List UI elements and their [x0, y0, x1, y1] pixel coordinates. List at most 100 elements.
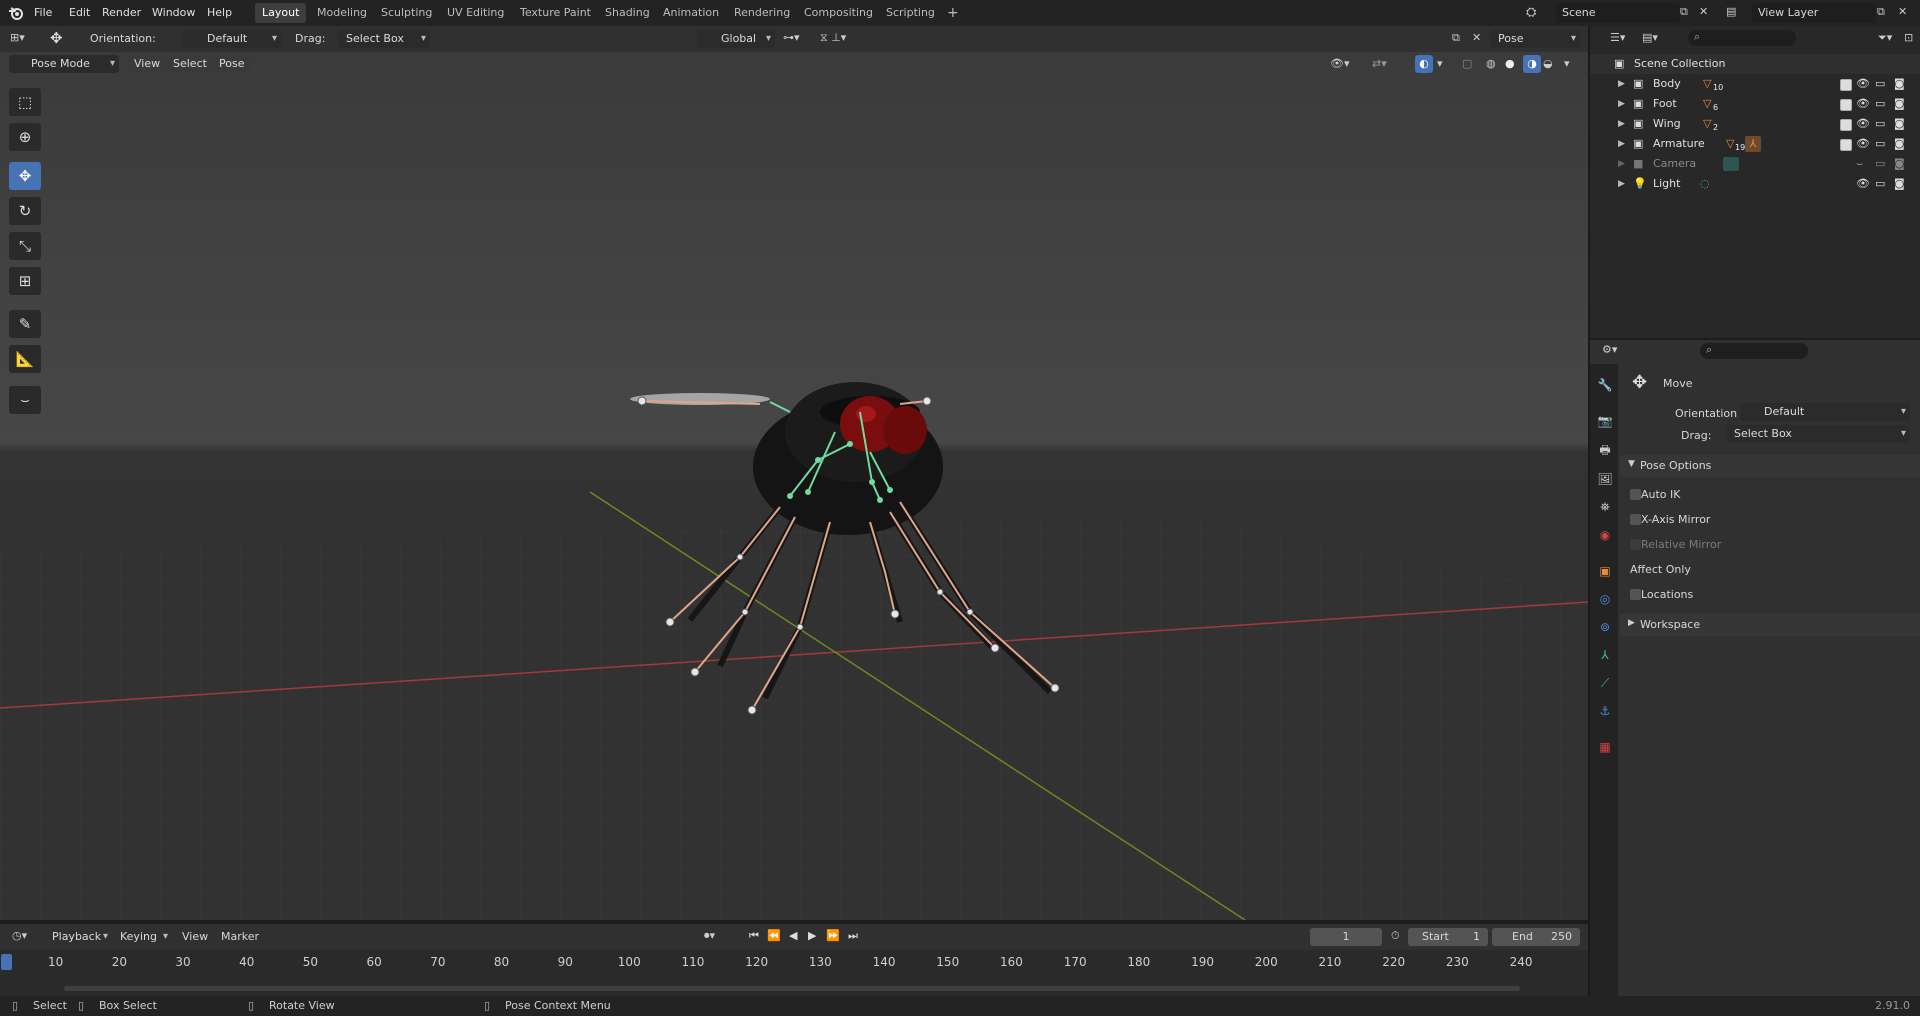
- wireframe-shading-icon[interactable]: ◍: [1486, 57, 1496, 70]
- eye-icon[interactable]: 👁: [1856, 114, 1870, 134]
- relative-mirror-checkbox[interactable]: [1630, 539, 1641, 550]
- close-mirror-icon[interactable]: ✕: [1472, 31, 1481, 44]
- tab-compositing[interactable]: Compositing: [797, 3, 880, 23]
- mode-dropdown[interactable]: Pose Mode: [9, 55, 119, 73]
- exclude-checkbox[interactable]: [1840, 119, 1852, 131]
- menu-edit[interactable]: Edit: [63, 0, 96, 26]
- monitor-icon[interactable]: ▭: [1875, 74, 1885, 94]
- x-axis-mirror-checkbox[interactable]: [1630, 514, 1641, 525]
- eye-icon[interactable]: 👁: [1856, 134, 1870, 154]
- menu-select[interactable]: Select: [166, 55, 214, 73]
- pose-options-dropdown[interactable]: Pose Options: [1490, 30, 1580, 63]
- pose-options-panel-header[interactable]: ▼ Pose Options: [1620, 455, 1920, 477]
- tab-scripting[interactable]: Scripting: [879, 3, 942, 23]
- display-mode-icon[interactable]: ▤▾: [1642, 31, 1658, 44]
- tab-modeling[interactable]: Modeling: [310, 3, 374, 23]
- outliner-item-body[interactable]: ▶ ▣ Body ▽ 10 👁 ▭ ◙: [1590, 74, 1920, 94]
- xray-icon[interactable]: ▢: [1462, 57, 1472, 70]
- menu-help[interactable]: Help: [201, 0, 238, 26]
- outliner-item-foot[interactable]: ▶ ▣ Foot ▽ 6 👁 ▭ ◙: [1590, 94, 1920, 114]
- orientation-dropdown[interactable]: Default: [183, 30, 281, 48]
- jump-end-icon[interactable]: ⏭: [848, 929, 858, 943]
- bone-constraints-tab-icon[interactable]: ⚓: [1596, 702, 1614, 720]
- record-icon[interactable]: ⏺▾: [704, 929, 715, 943]
- blender-logo-icon[interactable]: [8, 5, 24, 21]
- tab-animation[interactable]: Animation: [656, 3, 726, 23]
- jump-start-icon[interactable]: ⏮: [749, 929, 759, 943]
- start-frame-field[interactable]: Start 1: [1408, 928, 1488, 946]
- eye-icon[interactable]: 👁: [1856, 94, 1870, 114]
- next-keyframe-icon[interactable]: ⏩: [826, 929, 840, 942]
- menu-pose[interactable]: Pose: [212, 55, 252, 73]
- rendered-shading-icon[interactable]: ◒: [1543, 57, 1553, 70]
- timeline-view-menu[interactable]: View: [182, 930, 208, 943]
- snap-icon[interactable]: ⧖ ⊥▾: [820, 31, 846, 45]
- outliner-item-wing[interactable]: ▶ ▣ Wing ▽ 2 👁 ▭ ◙: [1590, 114, 1920, 134]
- locations-checkbox[interactable]: [1630, 589, 1641, 600]
- camera-render-icon[interactable]: ◙: [1894, 74, 1905, 94]
- play-icon[interactable]: ▶: [808, 929, 816, 942]
- playback-menu[interactable]: Playback: [44, 928, 112, 946]
- drag-dropdown[interactable]: Select Box: [1726, 425, 1910, 443]
- object-tab-icon[interactable]: ▣: [1596, 562, 1614, 580]
- solid-shading-icon[interactable]: ●: [1505, 57, 1515, 70]
- expand-arrow-icon[interactable]: ▶: [1618, 114, 1625, 134]
- tab-texture-paint[interactable]: Texture Paint: [513, 3, 598, 23]
- shading-dropdown-icon[interactable]: ▾: [1564, 57, 1570, 70]
- render-tab-icon[interactable]: 📷: [1596, 412, 1614, 430]
- close-view-layer-icon[interactable]: ✕: [1898, 5, 1907, 18]
- exclude-checkbox[interactable]: [1840, 139, 1852, 151]
- view-layer-tab-icon[interactable]: 🖼: [1596, 470, 1614, 488]
- camera-render-icon[interactable]: ◙: [1894, 134, 1905, 154]
- outliner-item-light[interactable]: ▶ 💡 Light ◌ 👁 ▭ ◙: [1590, 174, 1920, 194]
- gizmo-icon[interactable]: ⇄▾: [1372, 57, 1387, 70]
- monitor-icon[interactable]: ▭: [1875, 154, 1885, 174]
- world-tab-icon[interactable]: ◉: [1596, 526, 1614, 544]
- timeline-editor-icon[interactable]: ◷▾: [12, 929, 27, 942]
- menu-window[interactable]: Window: [146, 0, 201, 26]
- move-tool[interactable]: ✥: [9, 162, 41, 190]
- measure-tool[interactable]: 📐: [9, 345, 41, 373]
- workspace-panel-header[interactable]: ▶ Workspace: [1620, 614, 1920, 636]
- playhead[interactable]: [1, 954, 12, 970]
- camera-render-icon[interactable]: ◙: [1894, 174, 1905, 194]
- region-divider[interactable]: [1588, 26, 1590, 996]
- camera-render-icon[interactable]: ◙: [1894, 94, 1905, 114]
- mirror-icon[interactable]: ⧉: [1452, 31, 1460, 45]
- clock-icon[interactable]: ⏱: [1391, 929, 1400, 943]
- tab-shading[interactable]: Shading: [598, 3, 657, 23]
- scene-field[interactable]: Scene: [1556, 3, 1680, 23]
- physics-tab-icon[interactable]: ◎: [1596, 590, 1614, 608]
- eye-icon[interactable]: 👁: [1856, 74, 1870, 94]
- keying-menu[interactable]: Keying: [112, 928, 172, 946]
- relax-tool[interactable]: ⌣: [9, 386, 41, 414]
- texture-tab-icon[interactable]: ▦: [1596, 738, 1614, 756]
- add-workspace-button[interactable]: +: [940, 3, 966, 23]
- armature-data-tab-icon[interactable]: ⅄: [1596, 646, 1614, 664]
- eye-icon[interactable]: 👁: [1856, 174, 1870, 194]
- properties-editor-icon[interactable]: ⚙▾: [1602, 343, 1617, 356]
- tool-tab-icon[interactable]: 🔧: [1596, 376, 1614, 394]
- rotate-tool[interactable]: ↻: [9, 197, 41, 225]
- monitor-icon[interactable]: ▭: [1875, 114, 1885, 134]
- timeline-scrollbar[interactable]: [64, 986, 1520, 991]
- view-layer-field[interactable]: View Layer: [1752, 3, 1876, 23]
- expand-arrow-icon[interactable]: ▶: [1618, 134, 1625, 154]
- output-tab-icon[interactable]: 🖶: [1596, 441, 1614, 459]
- overlay-dropdown-icon[interactable]: ▾: [1437, 57, 1443, 70]
- select-box-tool[interactable]: ⬚: [9, 88, 41, 116]
- drag-dropdown[interactable]: Select Box: [338, 30, 430, 48]
- material-shading-icon[interactable]: ◑: [1523, 55, 1541, 73]
- new-scene-icon[interactable]: ⧉: [1680, 5, 1688, 19]
- outliner-item-armature[interactable]: ▶ ▣ Armature ▽ 19 ⅄ 👁 ▭ ◙: [1590, 134, 1920, 154]
- properties-search-input[interactable]: ⌕: [1700, 343, 1808, 359]
- menu-view[interactable]: View: [127, 55, 168, 73]
- scale-tool[interactable]: ⤡: [9, 232, 41, 260]
- tab-rendering[interactable]: Rendering: [727, 3, 797, 23]
- expand-arrow-icon[interactable]: ▶: [1618, 174, 1625, 194]
- menu-render[interactable]: Render: [96, 0, 147, 26]
- close-scene-icon[interactable]: ✕: [1699, 5, 1708, 18]
- editor-type-icon[interactable]: ⊞▾: [10, 31, 25, 44]
- expand-arrow-icon[interactable]: ▶: [1618, 154, 1625, 174]
- monitor-icon[interactable]: ▭: [1875, 134, 1885, 154]
